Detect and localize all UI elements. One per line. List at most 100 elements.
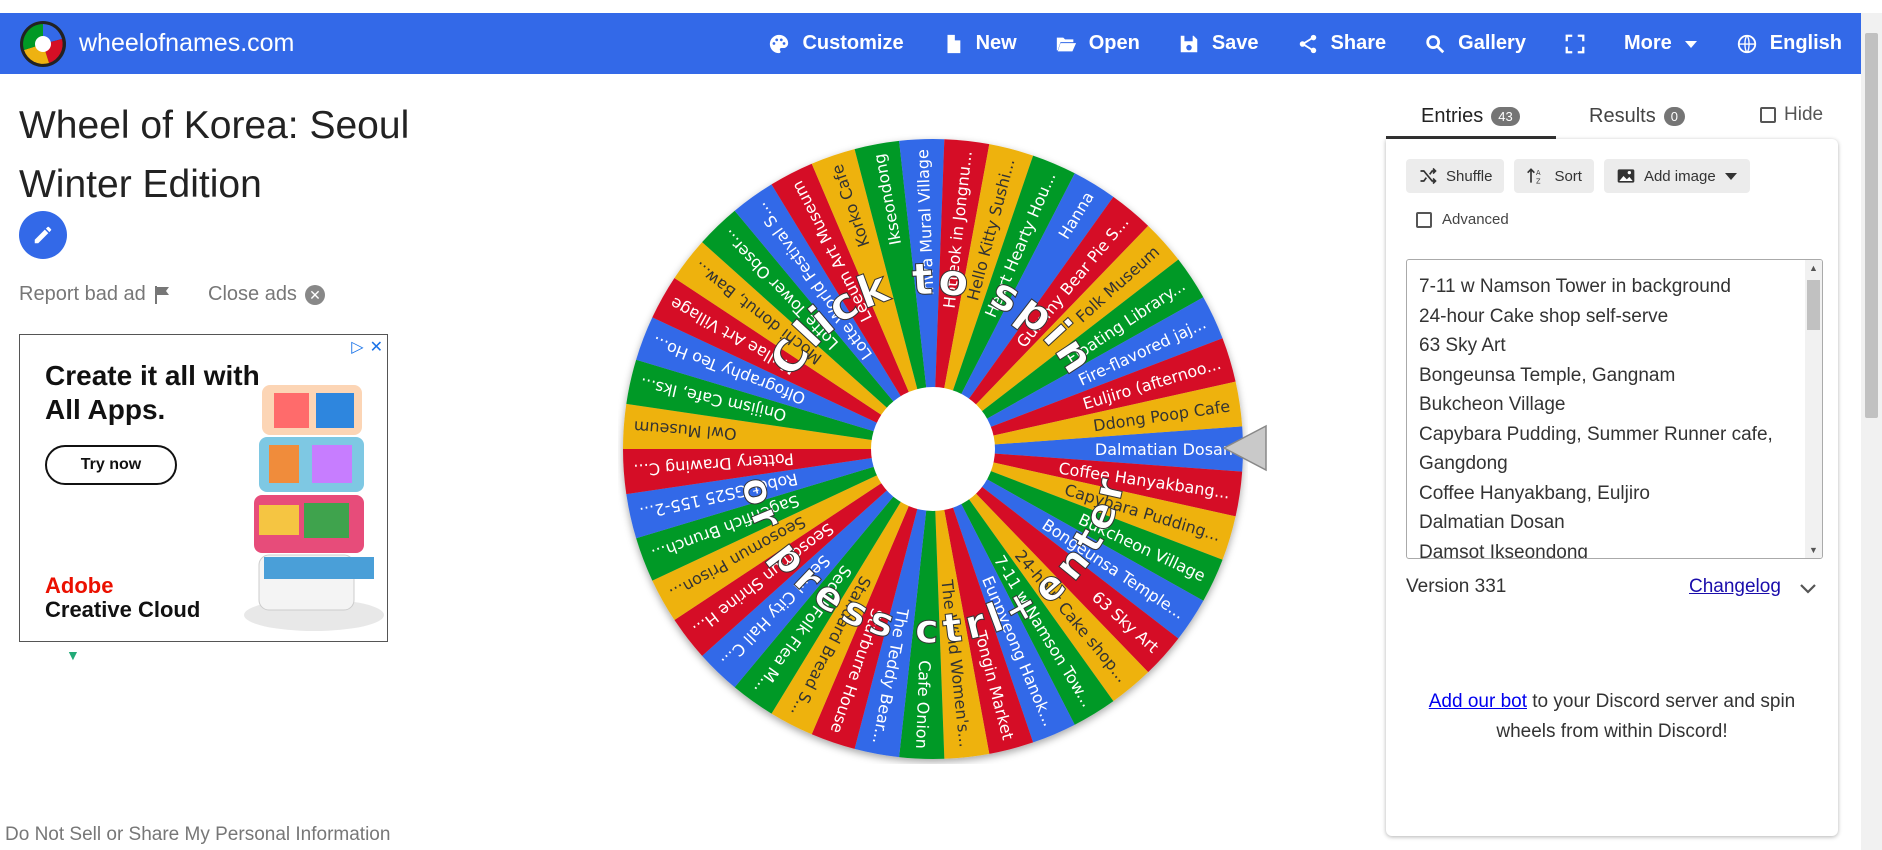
discord-promo-text: to your Discord server and spin wheels f… — [1496, 691, 1796, 742]
wheel-logo-icon[interactable] — [19, 20, 67, 68]
report-bad-ad-link[interactable]: Report bad ad — [19, 283, 172, 306]
wheel-canvas[interactable]: Dalmatian DosanCoffee Hanyakbang...Capyb… — [618, 134, 1248, 764]
tab-entries[interactable]: Entries 43 — [1421, 95, 1520, 137]
ad-close-icon[interactable]: ✕ — [370, 337, 383, 357]
image-icon — [1617, 169, 1635, 183]
hide-panel-toggle[interactable]: Hide — [1760, 104, 1823, 126]
entries-scrollbar[interactable]: ▲ ▼ — [1805, 260, 1822, 558]
wheel-pointer-icon — [1222, 424, 1267, 472]
nav-open-button[interactable]: Open — [1036, 13, 1159, 74]
close-ads-label: Close ads — [208, 283, 297, 305]
nav-gallery-label: Gallery — [1458, 32, 1526, 54]
entries-textarea[interactable]: 7-11 w Namson Tower in background 24-hou… — [1406, 259, 1823, 559]
caret-down-icon — [1724, 173, 1737, 180]
scroll-down-icon[interactable]: ▼ — [1809, 545, 1818, 555]
add-image-label: Add image — [1643, 167, 1716, 185]
do-not-sell-link[interactable]: Do Not Sell or Share My Personal Informa… — [5, 824, 390, 846]
spin-wheel[interactable]: Dalmatian Dosan Coffee Hanyakbang... Capyb… — [618, 134, 1248, 764]
close-ads-link[interactable]: Close ads ✕ — [208, 283, 325, 306]
entries-toolbar: Shuffle AZ Sort Add image — [1406, 159, 1750, 193]
share-icon — [1299, 34, 1316, 53]
entry-line[interactable]: Damsot Ikseondong — [1419, 538, 1789, 559]
sort-button[interactable]: AZ Sort — [1514, 159, 1594, 193]
ad-headline: Create it all with All Apps. — [45, 360, 260, 425]
globe-icon — [1737, 34, 1756, 53]
scroll-up-icon[interactable]: ▲ — [1809, 263, 1818, 273]
entries-list[interactable]: 7-11 w Namson Tower in background 24-hou… — [1419, 272, 1789, 559]
chevron-down-icon[interactable] — [1798, 579, 1818, 599]
nav-save-button[interactable]: Save — [1159, 13, 1278, 74]
results-count-badge: 0 — [1663, 106, 1685, 126]
add-bot-link[interactable]: Add our bot — [1429, 691, 1527, 712]
nav-language-label: English — [1769, 32, 1842, 54]
ad-cta-button[interactable]: Try now — [45, 445, 177, 485]
entry-line[interactable]: 24-hour Cake shop self-serve — [1419, 302, 1789, 332]
sort-label: Sort — [1554, 167, 1582, 185]
search-icon — [1426, 34, 1445, 53]
nav-language-button[interactable]: English — [1717, 13, 1861, 74]
nav-fullscreen-button[interactable] — [1545, 13, 1605, 74]
advanced-toggle[interactable]: Advanced — [1416, 211, 1509, 228]
changelog-link[interactable]: Changelog — [1689, 576, 1781, 598]
shuffle-button[interactable]: Shuffle — [1406, 159, 1505, 193]
entry-line[interactable]: Dalmatian Dosan — [1419, 508, 1789, 538]
wheel-segment-label: Cafe Onion — [912, 660, 934, 749]
entry-line[interactable]: Capybara Pudding, Summer Runner cafe, Ga… — [1419, 420, 1789, 479]
entries-panel: Shuffle AZ Sort Add image Advanced 7-11 … — [1386, 139, 1838, 836]
entry-line[interactable]: 7-11 w Namson Tower in background — [1419, 272, 1789, 302]
nav-open-label: Open — [1088, 32, 1140, 54]
shuffle-icon — [1420, 167, 1437, 185]
save-icon — [1180, 35, 1198, 52]
svg-text:Z: Z — [1536, 178, 1541, 186]
nav-gallery-button[interactable]: Gallery — [1405, 13, 1545, 74]
folder-open-icon — [1056, 37, 1076, 51]
hide-label: Hide — [1784, 104, 1824, 125]
nav-new-label: New — [975, 32, 1017, 54]
nav-share-button[interactable]: Share — [1278, 13, 1406, 74]
advertisement[interactable]: ▷ ✕ Create it all with All Apps. Try now… — [19, 334, 388, 642]
advanced-checkbox[interactable] — [1416, 211, 1432, 228]
nav-save-label: Save — [1211, 32, 1259, 54]
entry-line[interactable]: 63 Sky Art — [1419, 331, 1789, 361]
wheel-center[interactable] — [871, 387, 995, 511]
sort-icon: AZ — [1527, 168, 1541, 186]
caret-down-icon — [1684, 40, 1697, 48]
stacked-cups-image — [244, 385, 384, 631]
edit-title-button[interactable] — [19, 211, 67, 259]
svg-text:A: A — [1536, 169, 1541, 177]
entry-line[interactable]: Coffee Hanyakbang, Euljiro — [1419, 479, 1789, 509]
ad-brand-adobe: Adobe — [45, 573, 114, 598]
ad-network-icon[interactable]: ▼ — [66, 647, 80, 663]
top-nav-bar: wheelofnames.com Customize New Open Save… — [0, 13, 1861, 74]
nav-new-button[interactable]: New — [923, 13, 1036, 74]
advanced-label: Advanced — [1442, 211, 1509, 228]
page-scrollbar[interactable] — [1861, 13, 1882, 850]
entry-line[interactable]: Bongeunsa Temple, Gangnam — [1419, 361, 1789, 391]
new-file-icon — [947, 34, 960, 53]
nav-more-label: More — [1623, 32, 1672, 54]
entries-scrollbar-thumb[interactable] — [1807, 280, 1820, 330]
version-label: Version 331 — [1406, 576, 1507, 597]
nav-customize-label: Customize — [802, 32, 904, 54]
add-image-button[interactable]: Add image — [1603, 159, 1750, 193]
nav-share-label: Share — [1330, 32, 1387, 54]
nav-menu: Customize New Open Save Share Gallery Mo… — [749, 13, 1861, 74]
close-icon: ✕ — [304, 284, 325, 305]
entries-count-badge: 43 — [1491, 106, 1520, 126]
discord-promo: Add our bot to your Discord server and s… — [1426, 687, 1798, 747]
page-title: Wheel of Korea: Seoul Winter Edition — [19, 104, 410, 206]
ad-choices[interactable]: ▷ ✕ — [351, 337, 383, 357]
tab-results[interactable]: Results 0 — [1589, 95, 1685, 137]
page-scrollbar-thumb[interactable] — [1865, 33, 1878, 418]
hide-checkbox[interactable] — [1760, 107, 1776, 123]
flag-icon — [154, 285, 169, 304]
shuffle-label: Shuffle — [1446, 167, 1493, 185]
entry-line[interactable]: Bukcheon Village — [1419, 390, 1789, 420]
brand-name[interactable]: wheelofnames.com — [79, 13, 294, 74]
nav-customize-button[interactable]: Customize — [749, 13, 922, 74]
pencil-icon — [34, 226, 52, 244]
ad-choices-icon[interactable]: ▷ — [351, 337, 363, 357]
palette-icon — [770, 34, 789, 53]
nav-more-button[interactable]: More — [1605, 13, 1717, 74]
tab-entries-label: Entries — [1421, 104, 1484, 127]
